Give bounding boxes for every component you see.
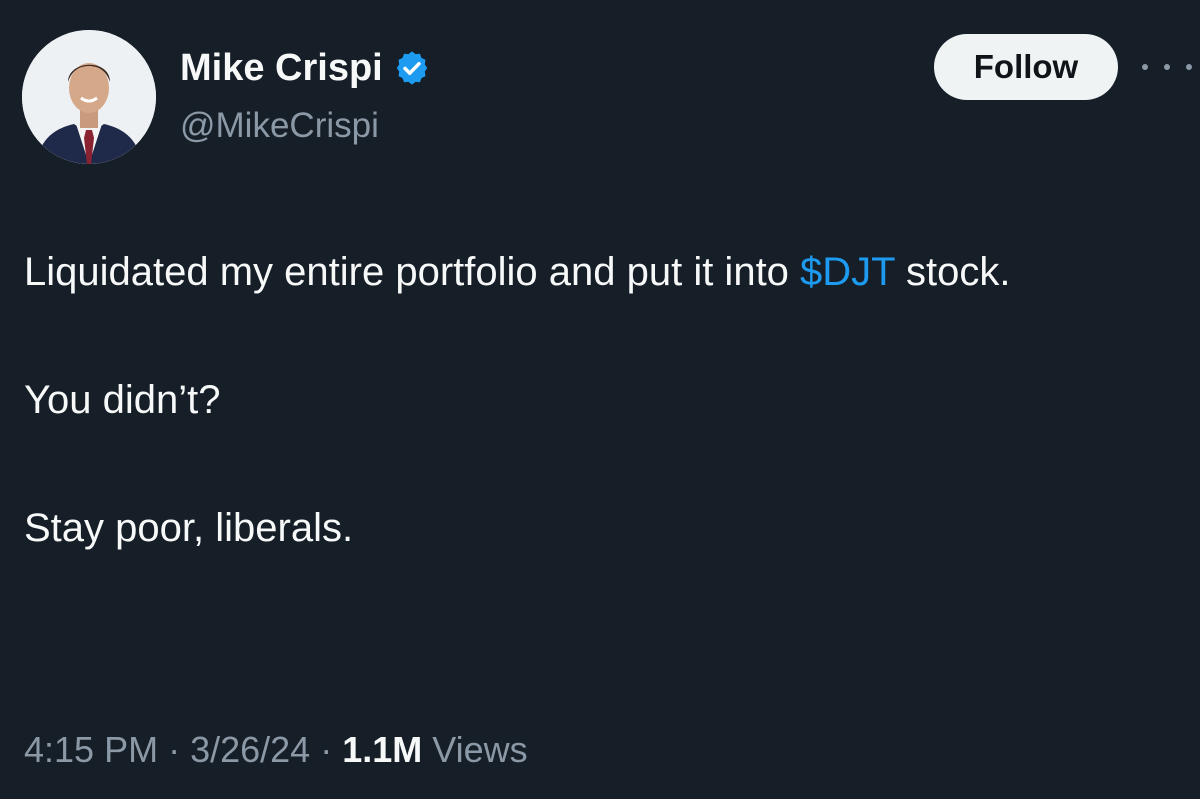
avatar[interactable]: [22, 30, 156, 164]
tweet-date[interactable]: 3/26/24: [190, 729, 310, 770]
tweet-card: Mike Crispi @MikeCrispi Follow Liquidate…: [0, 0, 1200, 799]
tweet-metadata: 4:15 PM · 3/26/24 · 1.1M Views: [24, 726, 528, 774]
tweet-paragraph-2: You didn’t?: [24, 378, 221, 422]
tweet-text: Liquidated my entire portfolio and put i…: [24, 240, 1174, 560]
follow-button[interactable]: Follow: [934, 34, 1118, 100]
tweet-paragraph-1: Liquidated my entire portfolio and put i…: [24, 240, 1174, 304]
tweet-text-segment: stock.: [894, 250, 1011, 294]
tweet-time[interactable]: 4:15 PM: [24, 729, 158, 770]
views-count: 1.1M: [342, 729, 423, 770]
user-handle[interactable]: @MikeCrispi: [180, 104, 379, 148]
meta-separator: ·: [310, 729, 343, 770]
tweet-paragraph-3: Stay poor, liberals.: [24, 506, 354, 550]
more-dots-icon[interactable]: [1142, 56, 1192, 78]
meta-separator: ·: [158, 729, 191, 770]
display-name-text[interactable]: Mike Crispi: [180, 44, 383, 92]
display-name[interactable]: Mike Crispi: [180, 44, 431, 92]
cashtag-link[interactable]: $DJT: [800, 250, 895, 294]
views-label: Views: [422, 729, 528, 770]
tweet-text-segment: Liquidated my entire portfolio and put i…: [24, 250, 801, 294]
profile-photo-icon: [22, 30, 156, 164]
verified-badge-icon: [393, 49, 431, 87]
